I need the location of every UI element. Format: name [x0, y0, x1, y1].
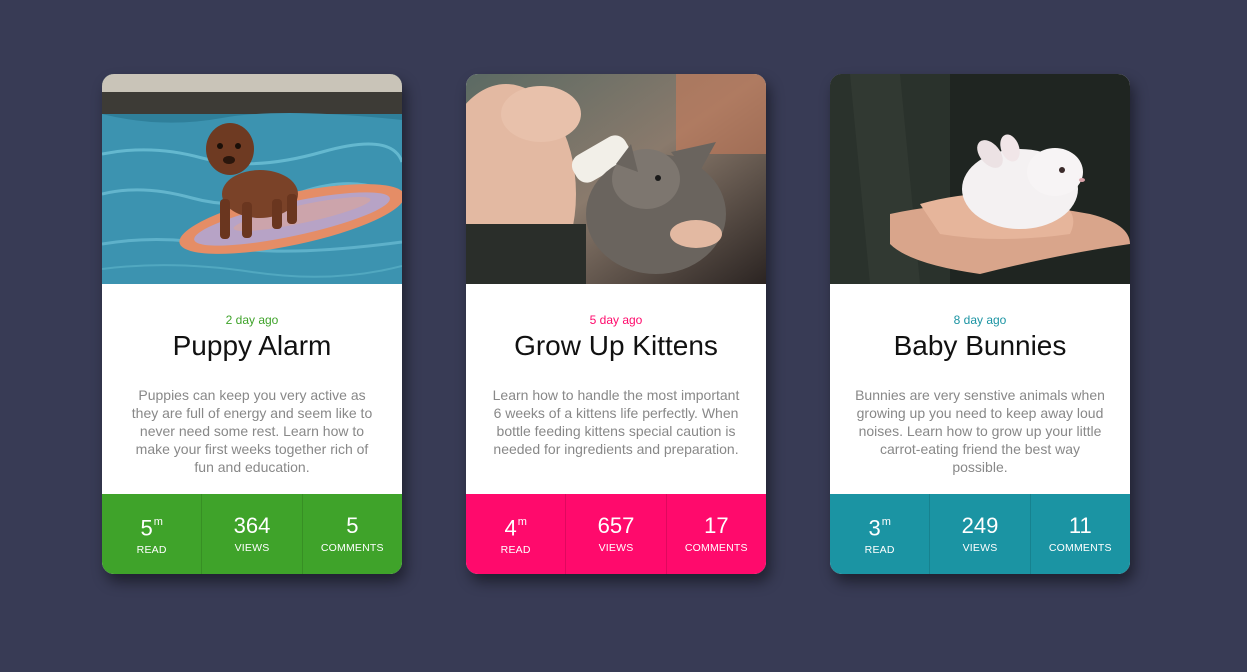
- stat-read-value: 5: [140, 515, 153, 541]
- stat-views-label: VIEWS: [234, 542, 270, 554]
- card-grow-up-kittens[interactable]: 5 day ago Grow Up Kittens Learn how to h…: [466, 74, 766, 574]
- card-title[interactable]: Baby Bunnies: [830, 329, 1130, 363]
- stat-views[interactable]: 249 VIEWS: [929, 494, 1029, 574]
- stat-views-label: VIEWS: [962, 542, 998, 554]
- stat-read-unit: m: [517, 515, 527, 528]
- stat-read-unit: m: [881, 515, 891, 528]
- stat-comments-value: 5: [346, 513, 359, 538]
- card-description: Puppies can keep you very active as they…: [131, 387, 373, 475]
- stat-read[interactable]: 5m READ: [102, 494, 201, 574]
- card-title[interactable]: Puppy Alarm: [102, 329, 402, 363]
- card-title[interactable]: Grow Up Kittens: [466, 329, 766, 363]
- stat-read-value: 3: [868, 515, 881, 541]
- stat-views-value: 364: [233, 513, 271, 538]
- stat-read-label: READ: [136, 544, 167, 557]
- stat-comments-value: 11: [1068, 513, 1092, 538]
- stat-comments-label: COMMENTS: [1048, 542, 1112, 554]
- stat-comments-label: COMMENTS: [684, 542, 748, 554]
- stat-comments-label: COMMENTS: [320, 542, 384, 554]
- stat-views[interactable]: 657 VIEWS: [565, 494, 665, 574]
- stat-comments[interactable]: 11 COMMENTS: [1029, 494, 1130, 574]
- card-body: 5 day ago Grow Up Kittens Learn how to h…: [466, 284, 766, 494]
- stat-comments[interactable]: 5 COMMENTS: [301, 494, 402, 574]
- stat-comments[interactable]: 17 COMMENTS: [665, 494, 766, 574]
- bunny-photo-icon: [830, 74, 1130, 284]
- card-date: 5 day ago: [589, 313, 643, 327]
- stat-comments-value: 17: [704, 513, 729, 538]
- card-stats: 3m READ 249 VIEWS 11 COMMENTS: [830, 494, 1130, 574]
- stat-read[interactable]: 3m READ: [830, 494, 929, 574]
- card-description: Learn how to handle the most important 6…: [492, 387, 740, 457]
- stat-views-value: 657: [597, 513, 635, 538]
- card-date: 2 day ago: [225, 313, 279, 327]
- cards-container: 2 day ago Puppy Alarm Puppies can keep y…: [102, 74, 1130, 574]
- stat-views-value: 249: [961, 513, 999, 538]
- puppy-photo-icon: [102, 74, 402, 284]
- stat-read-value: 4: [504, 515, 517, 541]
- stat-read-unit: m: [153, 515, 163, 528]
- stat-views-label: VIEWS: [598, 542, 634, 554]
- stat-read-label: READ: [864, 544, 895, 557]
- card-stats: 5m READ 364 VIEWS 5 COMMENTS: [102, 494, 402, 574]
- card-description: Bunnies are very senstive animals when g…: [855, 387, 1105, 475]
- card-date: 8 day ago: [953, 313, 1007, 327]
- card-puppy-alarm[interactable]: 2 day ago Puppy Alarm Puppies can keep y…: [102, 74, 402, 574]
- stat-read-label: READ: [500, 544, 531, 557]
- stat-views[interactable]: 364 VIEWS: [201, 494, 301, 574]
- card-baby-bunnies[interactable]: 8 day ago Baby Bunnies Bunnies are very …: [830, 74, 1130, 574]
- card-stats: 4m READ 657 VIEWS 17 COMMENTS: [466, 494, 766, 574]
- stat-read[interactable]: 4m READ: [466, 494, 565, 574]
- card-body: 8 day ago Baby Bunnies Bunnies are very …: [830, 284, 1130, 494]
- card-body: 2 day ago Puppy Alarm Puppies can keep y…: [102, 284, 402, 494]
- kitten-photo-icon: [466, 74, 766, 284]
